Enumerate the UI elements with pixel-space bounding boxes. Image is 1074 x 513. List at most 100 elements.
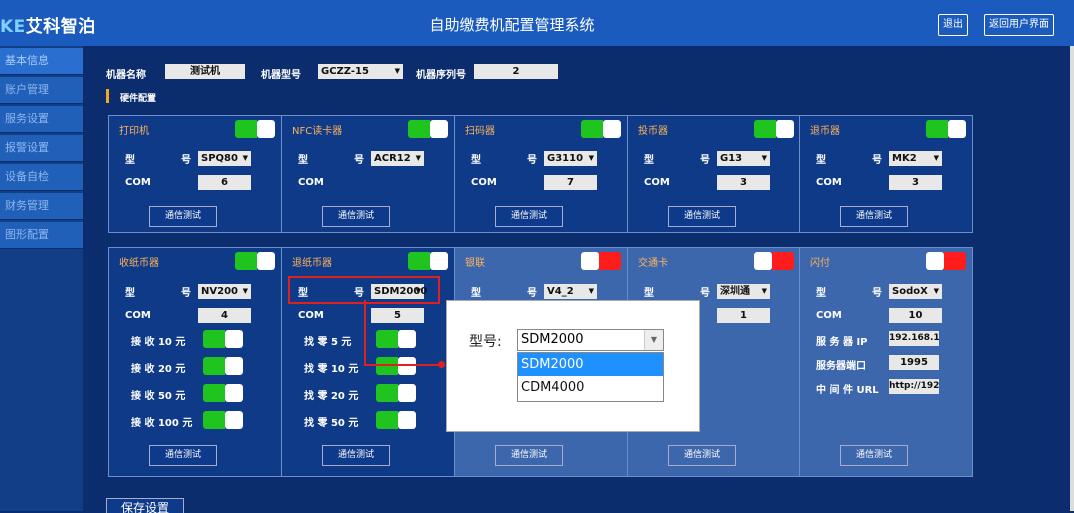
chevron-down-icon: ▼ [644,330,663,350]
denomination-label: 找 零 5 元 [304,337,352,348]
chevron-down-icon: ▼ [761,154,767,162]
toggle-on-track [376,357,398,375]
type-label: 号 [872,288,882,299]
toggle-switch[interactable] [408,252,448,270]
section-title: 硬件配置 [120,94,157,104]
toggle-switch[interactable] [235,252,275,270]
sidebar-item-graphics[interactable]: 图形配置 [0,222,83,249]
panel-title: 扫码器 [465,126,495,137]
denomination-label: 找 零 10 元 [304,364,359,375]
denomination-toggle[interactable] [376,357,416,375]
logout-button[interactable]: 退出 [938,14,968,36]
popup-select[interactable]: SDM2000 ▼ [517,329,664,351]
middleware-url-field[interactable]: http://192. [889,379,939,394]
toggle-off-track [599,252,621,270]
scrollbar[interactable] [1070,46,1074,511]
toggle-switch[interactable] [581,120,621,138]
model-select[interactable]: ACR12 ▼ [371,151,424,166]
test-button[interactable]: 通信测试 [322,445,390,466]
chevron-down-icon: ▼ [761,287,767,295]
sidebar-item-alarm[interactable]: 报警设置 [0,135,83,162]
com-field[interactable]: 4 [198,308,251,323]
toggle-switch[interactable] [926,120,966,138]
panel-title: 闪付 [810,258,830,269]
test-button[interactable]: 通信测试 [149,206,217,227]
machine-model-select[interactable]: GCZZ-15 ▼ [318,64,403,79]
com-field[interactable]: 3 [717,175,770,190]
toggle-knob [398,411,416,429]
chevron-down-icon: ▼ [933,287,939,295]
sidebar-item-accounts[interactable]: 账户管理 [0,77,83,104]
model-value: G3110 [547,153,584,164]
machine-serial-field[interactable]: 2 [474,64,558,79]
test-button[interactable]: 通信测试 [495,445,563,466]
machine-name-field[interactable]: 测试机 [165,64,245,79]
toggle-switch[interactable] [926,252,966,270]
com-field[interactable]: 3 [889,175,942,190]
connector-line [364,300,366,366]
com-label: COM [125,310,151,321]
model-select[interactable]: V4_2 ▼ [544,284,597,299]
test-button[interactable]: 通信测试 [840,445,908,466]
toggle-knob [754,252,772,270]
model-select[interactable]: G13 ▼ [717,151,770,166]
type-label: 型 [644,155,654,166]
denomination-toggle[interactable] [203,330,243,348]
type-label: 型 [471,288,481,299]
test-button[interactable]: 通信测试 [322,206,390,227]
toggle-switch[interactable] [581,252,621,270]
test-button[interactable]: 通信测试 [495,206,563,227]
denomination-toggle[interactable] [376,384,416,402]
toggle-knob [948,120,966,138]
model-select[interactable]: 深圳通 ▼ [717,284,770,299]
toggle-switch[interactable] [754,252,794,270]
server-port-field[interactable]: 1995 [889,355,939,370]
panel-title: NFC读卡器 [292,126,343,137]
denomination-toggle[interactable] [376,330,416,348]
sidebar-item-basic-info[interactable]: 基本信息 [0,48,83,75]
device-panel: 退币器型 号 MK2 ▼ COM 3 通信测试 [799,115,973,233]
model-value: MK2 [892,153,917,164]
com-label: COM [644,177,670,188]
com-field[interactable]: 6 [198,175,251,190]
denomination-toggle[interactable] [376,411,416,429]
test-button[interactable]: 通信测试 [668,206,736,227]
denomination-toggle[interactable] [203,384,243,402]
middleware-url-label: 中 间 件 URL [816,385,879,396]
toggle-on-track [376,330,398,348]
toggle-on-track [235,252,257,270]
model-select[interactable]: SPQ80 ▼ [198,151,251,166]
com-field[interactable]: 10 [889,308,942,323]
com-field[interactable]: 7 [544,175,597,190]
toggle-switch[interactable] [754,120,794,138]
model-select[interactable]: MK2 ▼ [889,151,942,166]
toggle-knob [776,120,794,138]
server-ip-field[interactable]: 192.168.1. [889,331,939,346]
sidebar-item-finance[interactable]: 财务管理 [0,193,83,220]
sidebar-item-self-check[interactable]: 设备自检 [0,164,83,191]
popup-option[interactable]: CDM4000 [518,376,663,399]
model-popup: 型号: SDM2000 ▼ SDM2000 CDM4000 [446,300,700,432]
test-button[interactable]: 通信测试 [149,445,217,466]
device-panel: 投币器型 号 G13 ▼ COM 3 通信测试 [627,115,801,233]
type-label: 号 [700,155,710,166]
test-button[interactable]: 通信测试 [668,445,736,466]
chevron-down-icon: ▼ [588,154,594,162]
toggle-knob [257,252,275,270]
popup-option[interactable]: SDM2000 [518,353,663,376]
model-select[interactable]: NV200 ▼ [198,284,251,299]
back-to-user-button[interactable]: 返回用户界面 [984,14,1054,36]
sidebar-item-service[interactable]: 服务设置 [0,106,83,133]
denomination-toggle[interactable] [203,357,243,375]
com-field[interactable]: 1 [717,308,770,323]
connector-line [364,364,442,366]
model-select[interactable]: SodoX ▼ [889,284,942,299]
denomination-label: 接 收 10 元 [131,337,186,348]
test-button[interactable]: 通信测试 [840,206,908,227]
com-label: COM [125,177,151,188]
com-field[interactable]: 5 [371,308,424,323]
denomination-toggle[interactable] [203,411,243,429]
toggle-switch[interactable] [235,120,275,138]
model-select[interactable]: G3110 ▼ [544,151,597,166]
toggle-switch[interactable] [408,120,448,138]
